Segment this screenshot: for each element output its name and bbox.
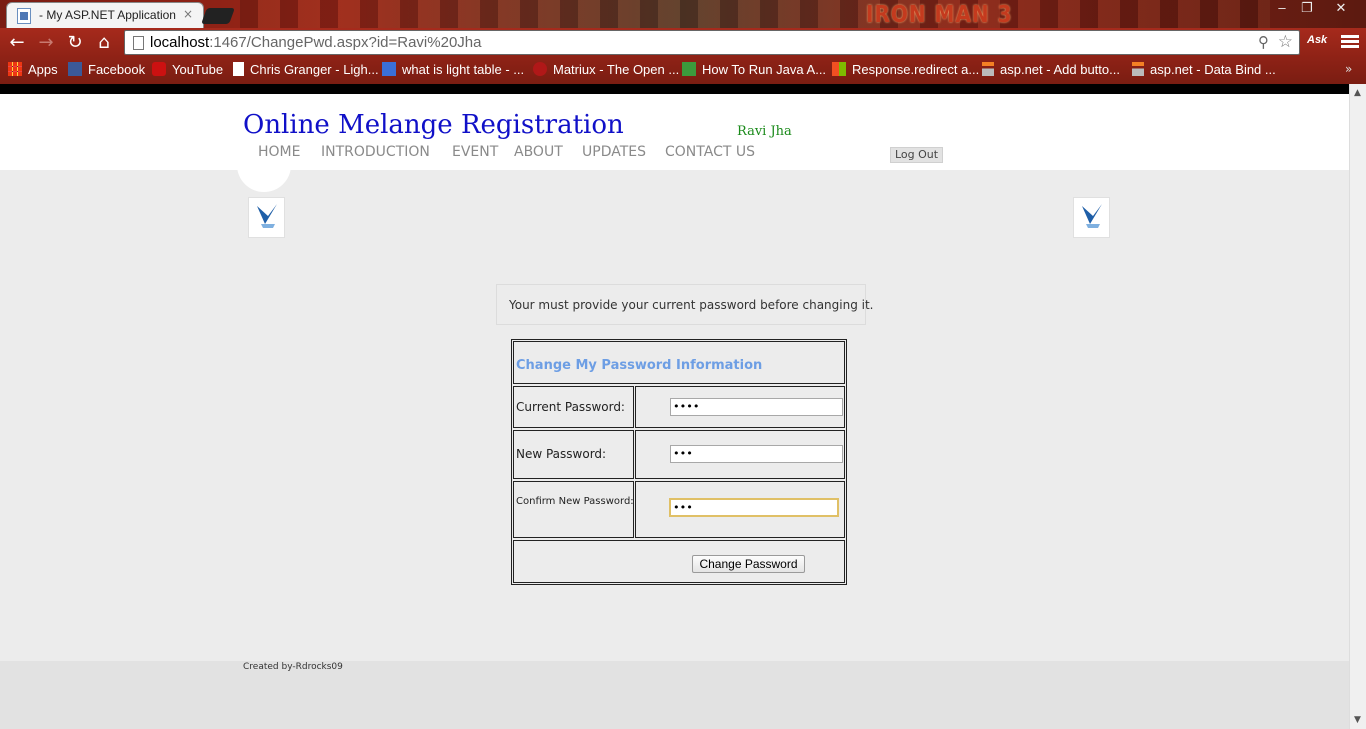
logged-in-username: Ravi Jha: [737, 124, 792, 139]
vertical-scrollbar[interactable]: ▲ ▼: [1349, 84, 1366, 729]
page-body: Online Melange Registration Ravi Jha HOM…: [0, 94, 1349, 729]
nav-home[interactable]: HOME: [258, 144, 300, 160]
confirm-password-input[interactable]: •••: [669, 498, 839, 517]
site-logo-left: [248, 197, 285, 238]
site-title: Online Melange Registration: [243, 110, 624, 140]
new-tab-button[interactable]: [201, 8, 235, 24]
address-bar[interactable]: localhost:1467/ChangePwd.aspx?id=Ravi%20…: [124, 30, 1300, 55]
bookmark-star-icon[interactable]: ☆: [1278, 32, 1293, 52]
bookmark-light-table[interactable]: what is light table - ...: [382, 62, 524, 77]
submit-cell: Change Password: [513, 540, 845, 583]
nav-event[interactable]: EVENT: [452, 144, 498, 160]
address-url[interactable]: localhost:1467/ChangePwd.aspx?id=Ravi%20…: [150, 34, 481, 51]
close-window-button[interactable]: ✕: [1328, 0, 1354, 18]
bookmark-apps[interactable]: Apps: [8, 62, 58, 77]
info-message-box: Your must provide your current password …: [496, 284, 874, 325]
new-password-label-cell: New Password:: [513, 430, 634, 479]
bookmark-facebook[interactable]: Facebook: [68, 62, 145, 77]
info-message: Your must provide your current password …: [509, 298, 874, 312]
bookmark-youtube[interactable]: YouTube: [152, 62, 223, 77]
chrome-menu-icon[interactable]: [1341, 33, 1359, 51]
restore-button[interactable]: ❐: [1294, 0, 1320, 18]
new-password-label: New Password:: [516, 447, 607, 461]
nav-contact-us[interactable]: CONTACT US: [665, 144, 755, 160]
matriux-icon: [533, 62, 547, 76]
stackoverflow-icon: [982, 62, 994, 76]
nav-updates[interactable]: UPDATES: [582, 144, 646, 160]
change-password-button[interactable]: Change Password: [692, 555, 805, 573]
ask-extension-icon[interactable]: Ask: [1307, 34, 1327, 46]
form-heading: Change My Password Information: [516, 358, 763, 373]
bookmark-chris-granger[interactable]: Chris Granger - Ligh...: [233, 62, 379, 77]
theme-background: [240, 0, 1270, 28]
current-password-label-cell: Current Password:: [513, 386, 634, 428]
page-top-border: [0, 84, 1366, 94]
browser-title-bar: IRON MAN 3 - My ASP.NET Application × – …: [0, 0, 1366, 28]
page-favicon-icon: [17, 8, 31, 24]
bookmark-asp-add-button[interactable]: asp.net - Add butto...: [982, 62, 1120, 77]
bookmarks-overflow-icon[interactable]: »: [1345, 62, 1352, 76]
tab-title: - My ASP.NET Application: [39, 8, 176, 22]
bookmark-response-redirect[interactable]: Response.redirect a...: [832, 62, 979, 77]
home-icon[interactable]: ⌂: [93, 33, 115, 55]
browser-tab-active[interactable]: - My ASP.NET Application ×: [6, 2, 204, 28]
current-password-input-cell: ••••: [635, 386, 845, 428]
apps-grid-icon: [8, 62, 22, 76]
tab-close-icon[interactable]: ×: [183, 7, 193, 21]
theme-banner-text: IRON MAN 3: [866, 0, 1013, 28]
microsoft-icon: [832, 62, 846, 76]
confirm-password-input-cell: •••: [635, 481, 845, 538]
nav-about[interactable]: ABOUT: [514, 144, 563, 160]
forward-arrow-icon[interactable]: →: [35, 33, 57, 55]
logout-button[interactable]: Log Out: [890, 147, 943, 163]
new-password-input-cell: •••: [635, 430, 845, 479]
back-arrow-icon[interactable]: ←: [6, 33, 28, 55]
change-password-form: Change My Password Information Current P…: [511, 339, 847, 585]
nav-active-indicator: [237, 164, 291, 192]
bird-logo-icon: [257, 204, 277, 228]
minimize-button[interactable]: –: [1269, 0, 1295, 18]
bookmarks-bar: Apps Facebook YouTube Chris Granger - Li…: [0, 58, 1366, 84]
nav-introduction[interactable]: INTRODUCTION: [321, 144, 430, 160]
new-password-input[interactable]: •••: [670, 445, 843, 463]
java-icon: [682, 62, 696, 76]
bookmark-run-java[interactable]: How To Run Java A...: [682, 62, 826, 77]
scroll-down-icon[interactable]: ▼: [1354, 715, 1361, 725]
site-header: Online Melange Registration Ravi Jha HOM…: [0, 94, 1349, 170]
confirm-password-label: Confirm New Password:: [516, 496, 634, 507]
youtube-icon: [152, 62, 166, 76]
bookmark-asp-data-bind[interactable]: asp.net - Data Bind ...: [1132, 62, 1276, 77]
stackoverflow-icon: [1132, 62, 1144, 76]
facebook-icon: [68, 62, 82, 76]
site-logo-right: [1073, 197, 1110, 238]
site-footer: Created by-Rdrocks09: [0, 661, 1349, 729]
search-icon[interactable]: ⚲: [1258, 33, 1269, 51]
bookmark-matriux[interactable]: Matriux - The Open ...: [533, 62, 679, 77]
page-icon: [133, 36, 144, 50]
scroll-up-icon[interactable]: ▲: [1354, 88, 1361, 98]
page-icon: [233, 62, 244, 76]
reload-icon[interactable]: ↻: [64, 33, 86, 55]
current-password-label: Current Password:: [516, 400, 625, 414]
footer-credit: Created by-Rdrocks09: [243, 662, 343, 672]
confirm-password-label-cell: Confirm New Password:: [513, 481, 634, 538]
bird-logo-icon: [1082, 204, 1102, 228]
google-icon: [382, 62, 396, 76]
current-password-input[interactable]: ••••: [670, 398, 843, 416]
form-heading-cell: Change My Password Information: [513, 341, 845, 384]
